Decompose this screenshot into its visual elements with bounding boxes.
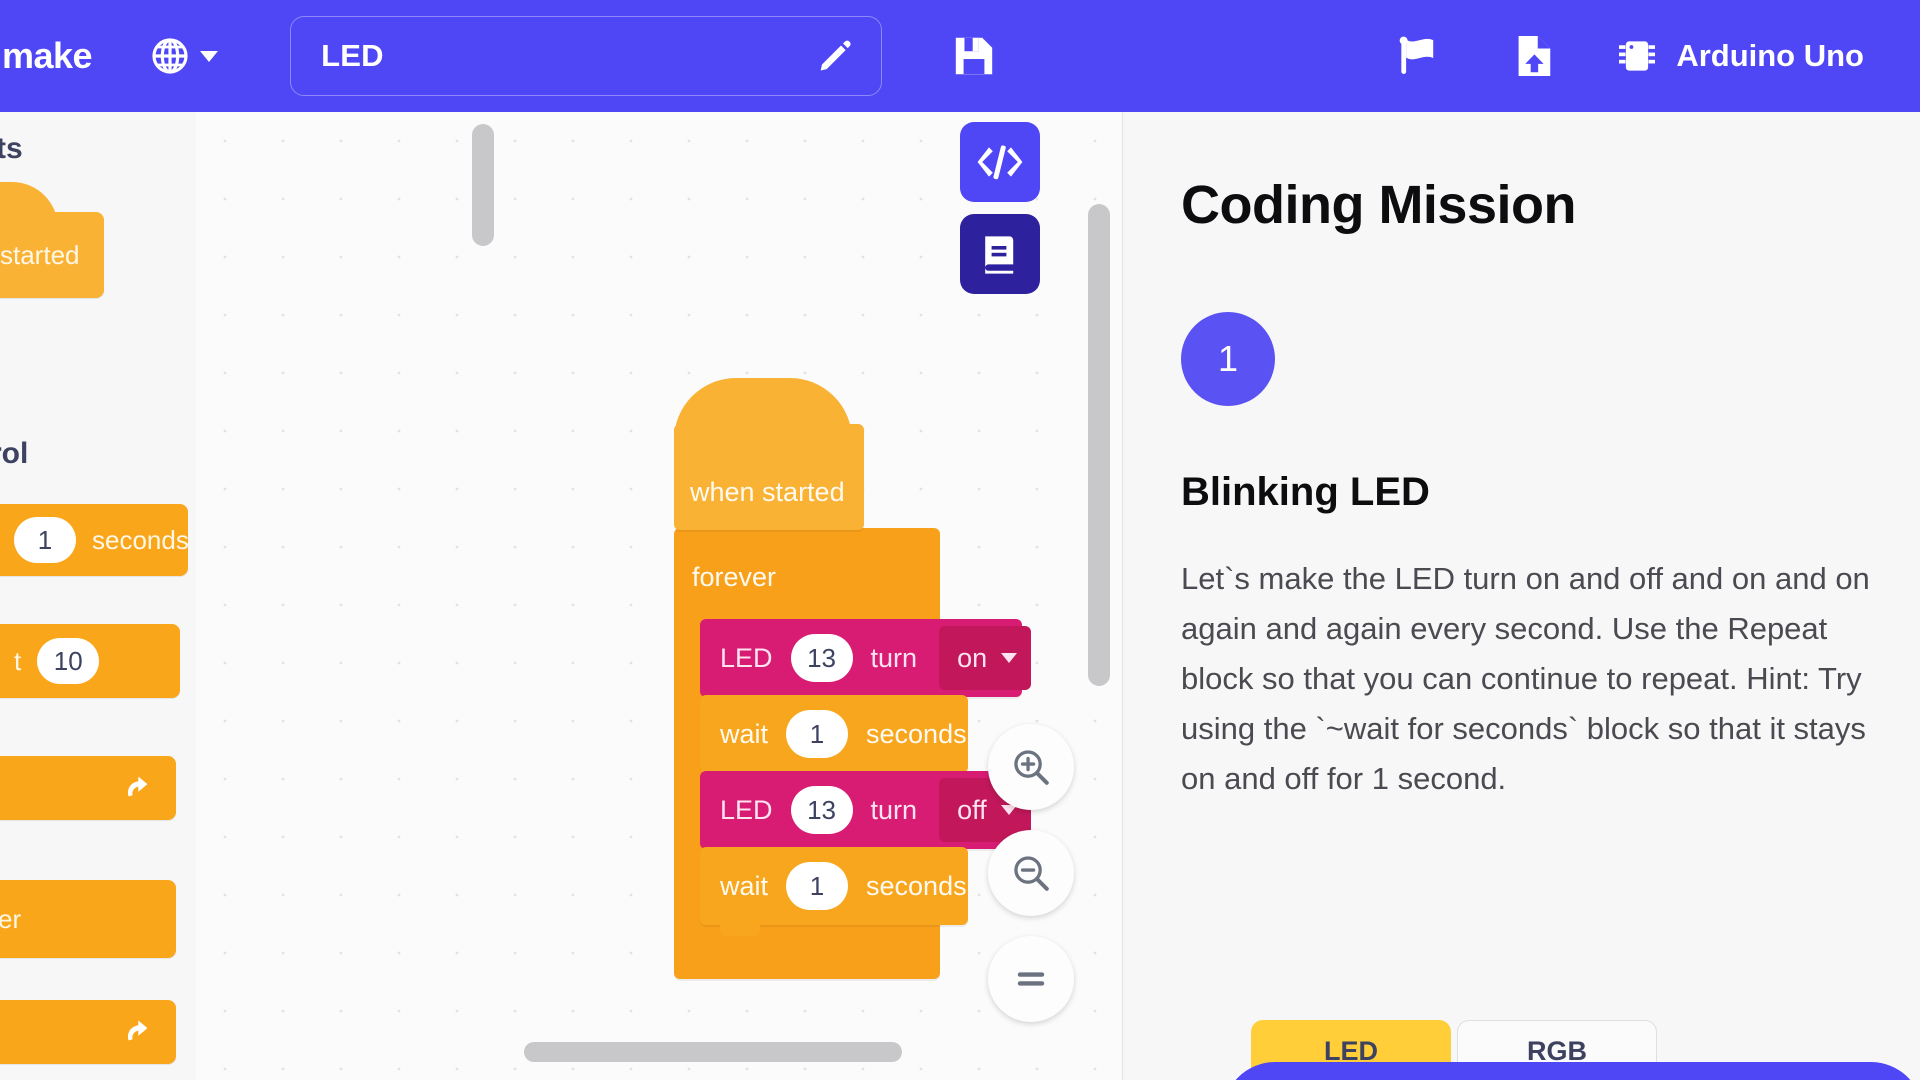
block-verb: turn <box>870 794 918 825</box>
magnifier-plus-icon <box>1014 750 1049 785</box>
block-verb: turn <box>870 642 918 673</box>
loop-arrow-icon <box>127 776 148 797</box>
palette-block-value[interactable]: 1 <box>14 517 76 563</box>
panel-title: Coding Mission <box>1181 175 1576 235</box>
block-workspace[interactable]: when started forever LED 13 turn on wait <box>196 112 1122 1080</box>
lesson-title: Blinking LED <box>1181 470 1430 514</box>
block-wait-2[interactable]: wait 1 seconds <box>700 847 968 936</box>
zoom-out-button[interactable] <box>988 830 1074 916</box>
loop-arrow-icon <box>127 1020 148 1041</box>
palette-block-forever-end[interactable] <box>0 1000 176 1064</box>
block-led-off[interactable]: LED 13 turn off <box>700 771 1031 860</box>
led-pin-input[interactable]: 13 <box>790 786 853 834</box>
project-name-value: LED <box>321 38 384 73</box>
workspace-scrollbar-vertical-left[interactable] <box>472 124 494 246</box>
palette-block-repeat[interactable]: t 10 <box>0 624 180 698</box>
view-toggle-group <box>960 122 1040 294</box>
save-floppy-icon <box>955 37 993 75</box>
block-forever[interactable]: forever LED 13 turn on wait 1 seconds LE… <box>674 528 1032 979</box>
run-flag-button[interactable] <box>1390 28 1446 84</box>
palette-block-label: t <box>14 645 22 676</box>
block-label: wait <box>720 718 769 749</box>
language-selector[interactable] <box>150 36 219 76</box>
block-wait-1[interactable]: wait 1 seconds <box>700 695 968 784</box>
pencil-icon[interactable] <box>815 36 855 76</box>
doc-view-toggle[interactable] <box>960 214 1040 294</box>
palette-section-title-events: ts <box>0 132 23 165</box>
palette-block-repeat-end[interactable] <box>0 756 176 820</box>
book-icon <box>985 236 1014 274</box>
palette-block-label: started <box>0 239 80 270</box>
palette-block-label: seconds <box>92 524 189 555</box>
program-stack[interactable]: when started forever LED 13 turn on wait <box>674 378 1032 979</box>
hat-dome-shape <box>0 182 58 228</box>
block-label: forever <box>692 562 777 592</box>
app-top-bar: make LED Arduino Uno <box>0 0 1920 112</box>
zoom-reset-button[interactable] <box>988 936 1074 1022</box>
palette-block-forever[interactable]: er <box>0 880 176 958</box>
code-view-toggle[interactable] <box>960 122 1040 202</box>
magnifier-minus-icon <box>1014 856 1049 891</box>
code-brackets-icon <box>977 145 1023 180</box>
block-label: LED <box>720 794 773 825</box>
chevron-down-icon <box>200 50 219 62</box>
board-name-label: Arduino Uno <box>1676 38 1864 73</box>
workspace-zoom-controls <box>988 724 1074 1042</box>
led-pin-input[interactable]: 13 <box>790 634 853 682</box>
equals-icon <box>1017 972 1045 986</box>
globe-icon <box>152 38 188 74</box>
flag-icon <box>1399 36 1434 74</box>
forever-body: LED 13 turn on wait 1 seconds LED 13 tur… <box>700 619 1032 936</box>
example-code-button[interactable]: Example Code <box>1223 1062 1920 1080</box>
chevron-down-icon <box>1001 653 1018 663</box>
workspace-scrollbar-horizontal[interactable] <box>524 1042 902 1062</box>
block-unit: seconds <box>866 870 967 901</box>
block-led-on[interactable]: LED 13 turn on <box>700 619 1032 708</box>
palette-block-value[interactable]: 10 <box>37 638 100 684</box>
upload-button[interactable] <box>1506 28 1562 84</box>
project-name-field[interactable]: LED <box>290 16 883 96</box>
top-bar-actions: Arduino Uno <box>1390 0 1920 112</box>
palette-block-label: er <box>0 903 22 934</box>
block-notch <box>720 924 760 936</box>
board-selector[interactable]: Arduino Uno <box>1614 33 1864 79</box>
file-upload-icon <box>1518 36 1551 76</box>
block-label: wait <box>720 870 769 901</box>
lesson-description: Let`s make the LED turn on and off and o… <box>1181 561 1870 796</box>
coding-mission-panel: Coding Mission 1 Blinking LED Let`s make… <box>1122 112 1920 1080</box>
led-state-value: on <box>957 642 988 673</box>
block-unit: seconds <box>866 718 967 749</box>
save-button[interactable] <box>948 30 1000 82</box>
workspace-scrollbar-vertical-right[interactable] <box>1088 204 1110 686</box>
wait-value-input[interactable]: 1 <box>786 862 849 910</box>
block-label: LED <box>720 642 773 673</box>
zoom-in-button[interactable] <box>988 724 1074 810</box>
block-when-started[interactable]: when started <box>674 378 864 530</box>
block-palette[interactable]: ts started rol 1 seconds t 10 er <box>0 112 196 1080</box>
palette-section-title-control: rol <box>0 437 29 470</box>
led-state-value: off <box>957 794 987 825</box>
microchip-icon <box>1619 41 1656 71</box>
palette-block-when-started[interactable]: started <box>0 182 104 298</box>
palette-block-wait-seconds[interactable]: 1 seconds <box>0 504 189 576</box>
app-logo[interactable]: make <box>0 35 93 77</box>
step-number-badge: 1 <box>1181 312 1275 406</box>
block-label: when started <box>690 477 845 507</box>
led-state-dropdown[interactable]: on <box>939 626 1032 690</box>
wait-value-input[interactable]: 1 <box>786 710 849 758</box>
